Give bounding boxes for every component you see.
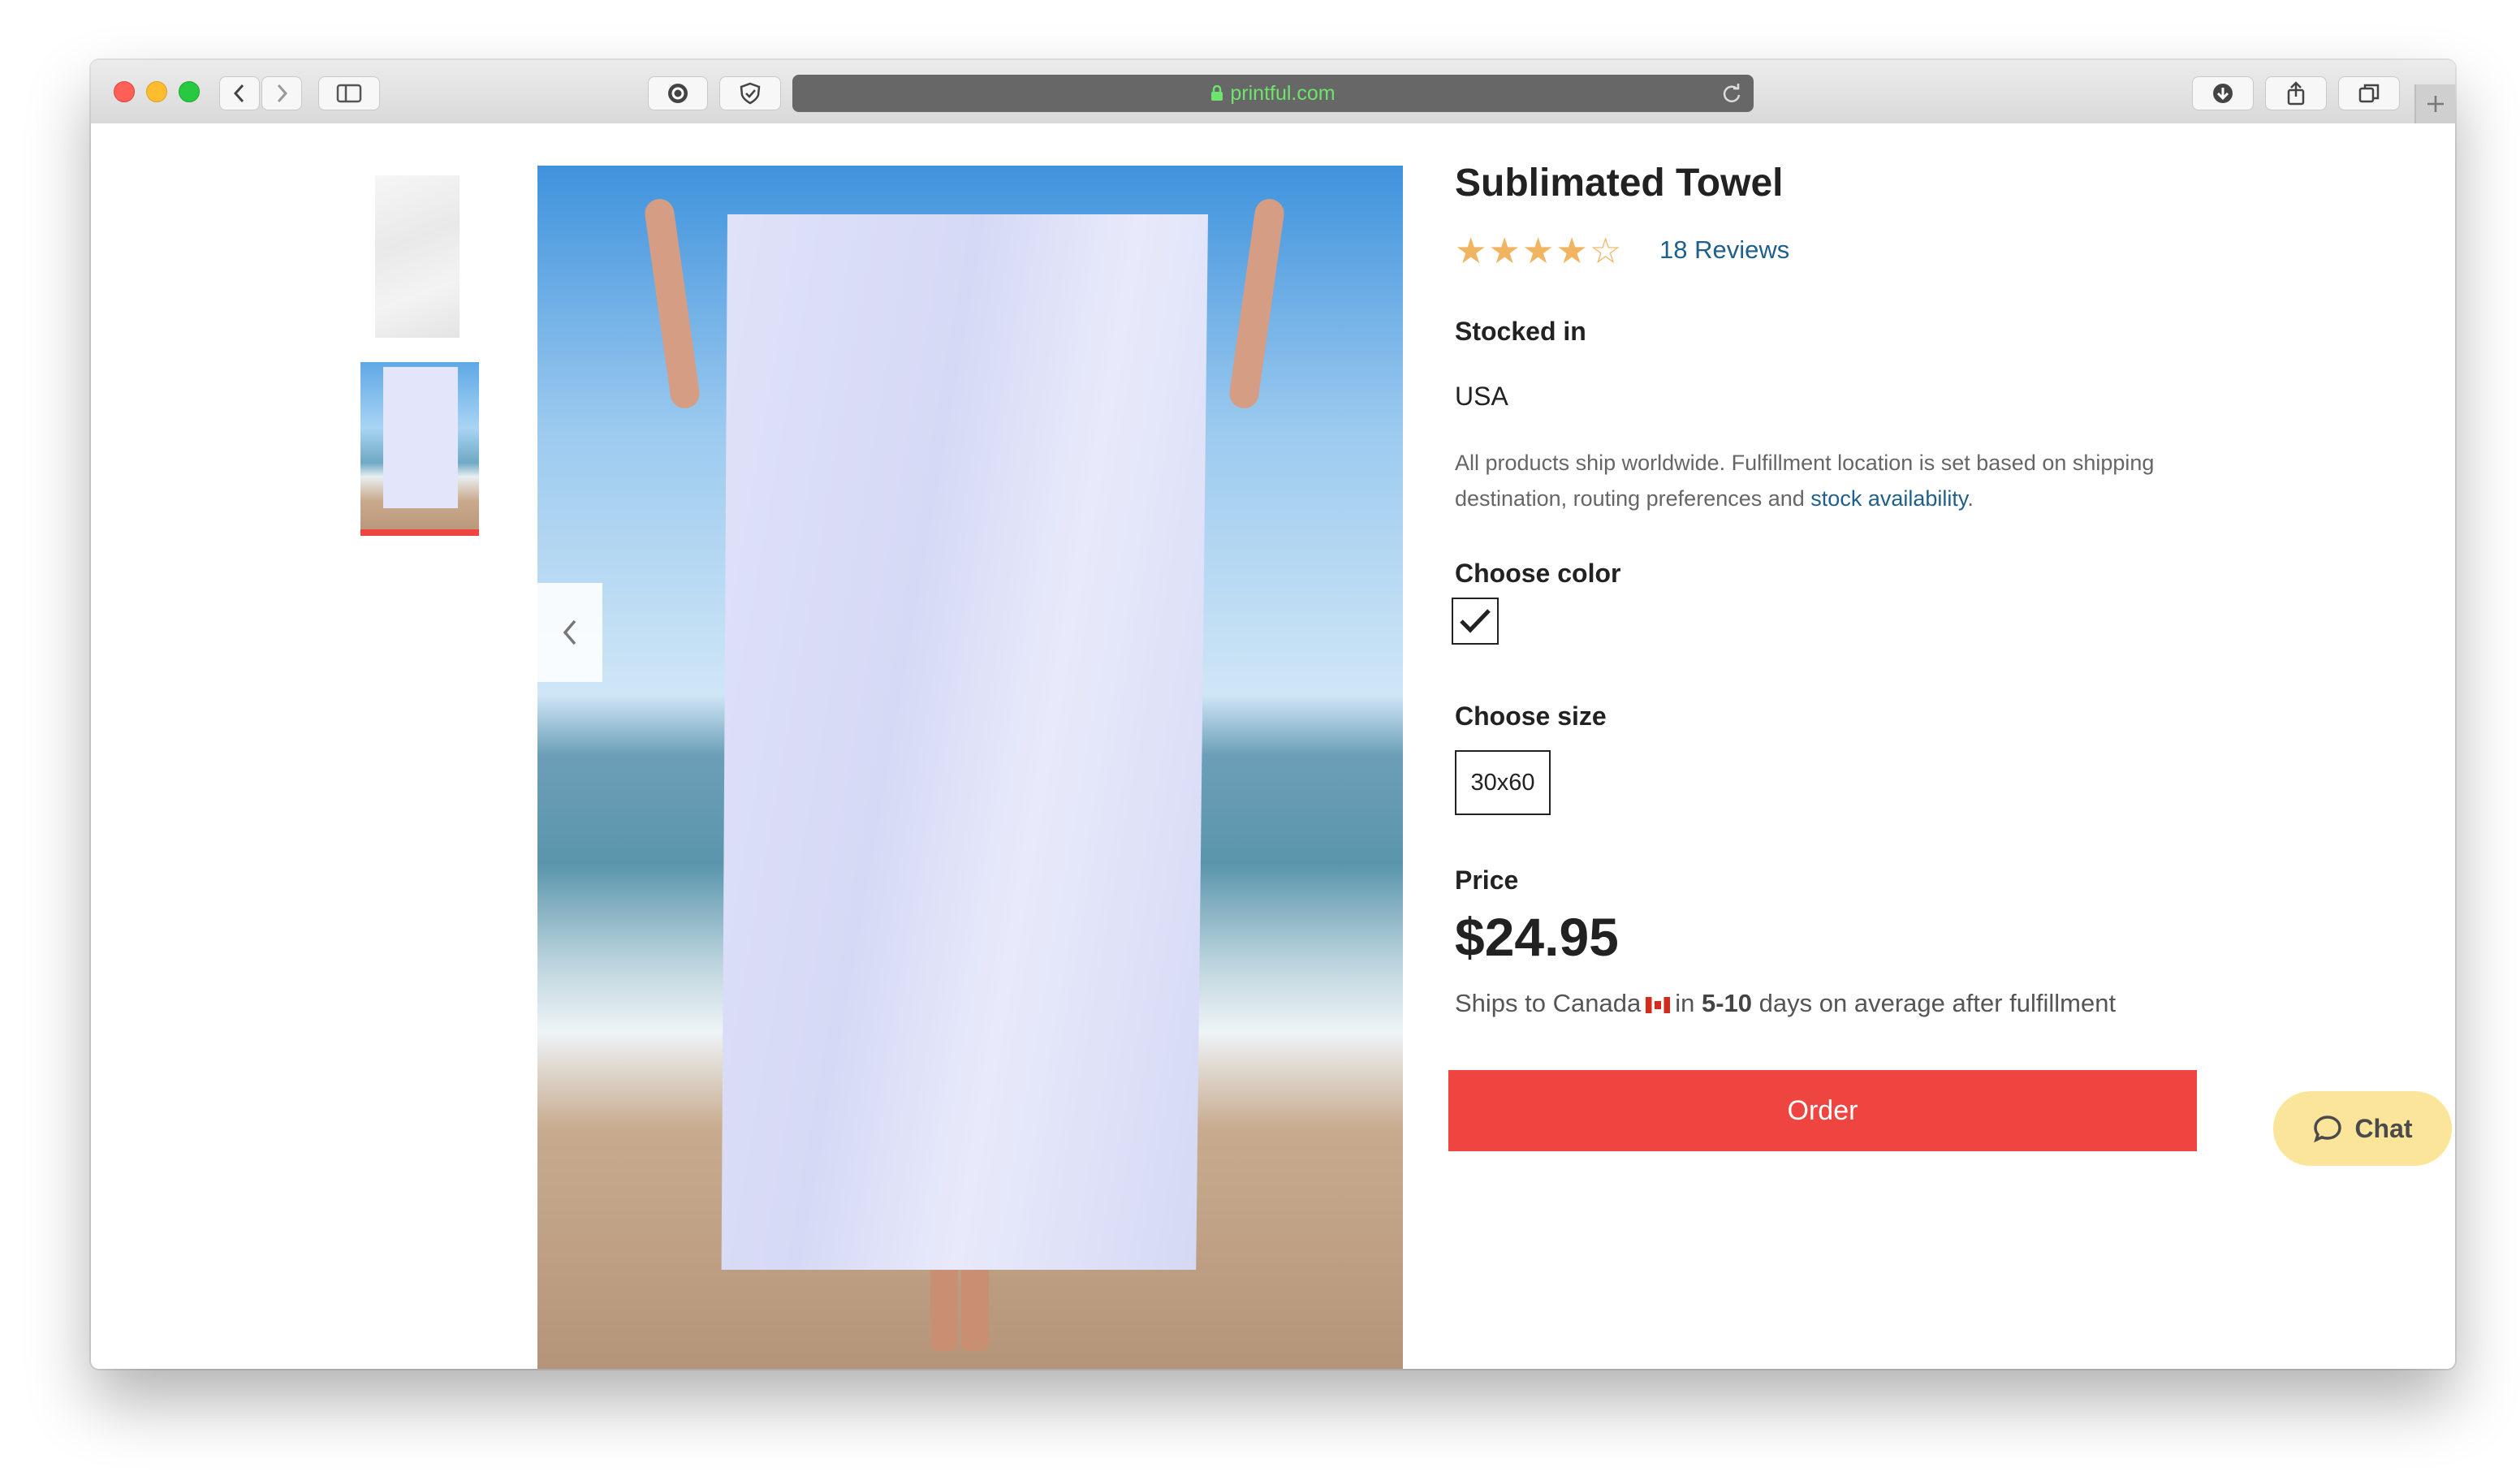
downloads-button[interactable]: [2192, 76, 2254, 110]
ships-prefix: Ships to Canada: [1455, 989, 1642, 1017]
share-button[interactable]: [2265, 76, 2327, 110]
shipping-note: All products ship worldwide. Fulfillment…: [1455, 445, 2202, 516]
stock-availability-link[interactable]: stock availability: [1810, 486, 1967, 511]
shipping-note-end: .: [1967, 486, 1974, 511]
ships-days: 5-10: [1701, 989, 1753, 1017]
arm-left: [643, 196, 701, 411]
chat-label: Chat: [2354, 1113, 2413, 1143]
ships-in: in: [1675, 989, 1695, 1017]
tabs-icon: [2358, 84, 2380, 103]
minimize-window-button[interactable]: [146, 81, 167, 102]
grammarly-icon: [668, 84, 688, 103]
towel-mockup: [721, 214, 1208, 1270]
size-option-button[interactable]: 30x60: [1455, 750, 1551, 815]
lock-icon: [1211, 85, 1223, 101]
new-tab-button[interactable]: [2414, 84, 2455, 123]
back-button[interactable]: [219, 76, 260, 110]
close-window-button[interactable]: [114, 81, 135, 102]
color-swatch-white[interactable]: [1452, 598, 1499, 645]
tabs-overview-button[interactable]: [2338, 76, 2400, 110]
chevron-right-icon: [277, 84, 288, 103]
url-text: printful.com: [1230, 81, 1336, 105]
stocked-in-value: USA: [1455, 382, 1508, 411]
address-bar[interactable]: printful.com: [792, 75, 1754, 112]
download-icon: [2213, 84, 2233, 103]
page-content: Sublimated Towel ★ ★ ★ ★ ☆ 18 Reviews St…: [91, 123, 2455, 1369]
share-icon: [2287, 81, 2305, 106]
choose-color-label: Choose color: [1455, 559, 1621, 588]
choose-size-label: Choose size: [1455, 701, 1607, 731]
product-thumbnail-flat[interactable]: [375, 175, 460, 338]
product-details-panel: Sublimated Towel ★ ★ ★ ★ ☆ 18 Reviews St…: [1448, 123, 2250, 1341]
ships-suffix: days on average after fulfillment: [1758, 989, 2117, 1017]
extension-button[interactable]: [648, 76, 708, 110]
arm-right: [1228, 196, 1286, 411]
shield-icon: [740, 82, 761, 105]
chevron-left-icon: [563, 619, 576, 645]
sidebar-toggle-button[interactable]: [318, 76, 380, 110]
zoom-window-button[interactable]: [179, 81, 200, 102]
product-title: Sublimated Towel: [1455, 162, 1784, 205]
price-value: $24.95: [1455, 907, 1619, 967]
shipping-note-text: All products ship worldwide. Fulfillment…: [1455, 451, 2155, 511]
order-button[interactable]: Order: [1448, 1070, 2197, 1151]
reviews-link[interactable]: 18 Reviews: [1659, 235, 1789, 265]
canada-flag-icon: [1646, 996, 1671, 1013]
chat-button[interactable]: Chat: [2273, 1091, 2452, 1166]
thumbnail-active-indicator: [360, 529, 479, 536]
checkmark-icon: [1460, 609, 1491, 633]
star-filled-icon: ★: [1521, 231, 1555, 271]
star-filled-icon: ★: [1488, 231, 1521, 271]
forward-button[interactable]: [261, 76, 302, 110]
star-filled-icon: ★: [1455, 231, 1487, 271]
product-thumbnail-beach[interactable]: [360, 362, 479, 536]
chat-bubble-icon: [2314, 1116, 2342, 1143]
star-filled-icon: ★: [1556, 231, 1588, 271]
rating-stars: ★ ★ ★ ★ ☆: [1455, 234, 1623, 270]
browser-toolbar: printful.com: [91, 60, 2455, 125]
chevron-left-icon: [233, 84, 244, 103]
star-empty-icon: ☆: [1589, 231, 1622, 271]
privacy-extension-button[interactable]: [719, 76, 781, 110]
reload-icon[interactable]: [1721, 83, 1742, 104]
price-label: Price: [1455, 865, 1519, 895]
plus-icon: [2427, 96, 2444, 112]
browser-window: printful.com Sublimated Towel ★ ★ ★ ★ ☆ …: [91, 60, 2455, 1369]
product-main-image: [537, 166, 1403, 1369]
shipping-estimate: Ships to Canada in 5-10 days on average a…: [1455, 989, 2116, 1018]
previous-image-button[interactable]: [537, 583, 602, 682]
sidebar-icon: [336, 84, 362, 103]
stocked-in-label: Stocked in: [1455, 317, 1586, 346]
towel-shape: [383, 367, 458, 508]
